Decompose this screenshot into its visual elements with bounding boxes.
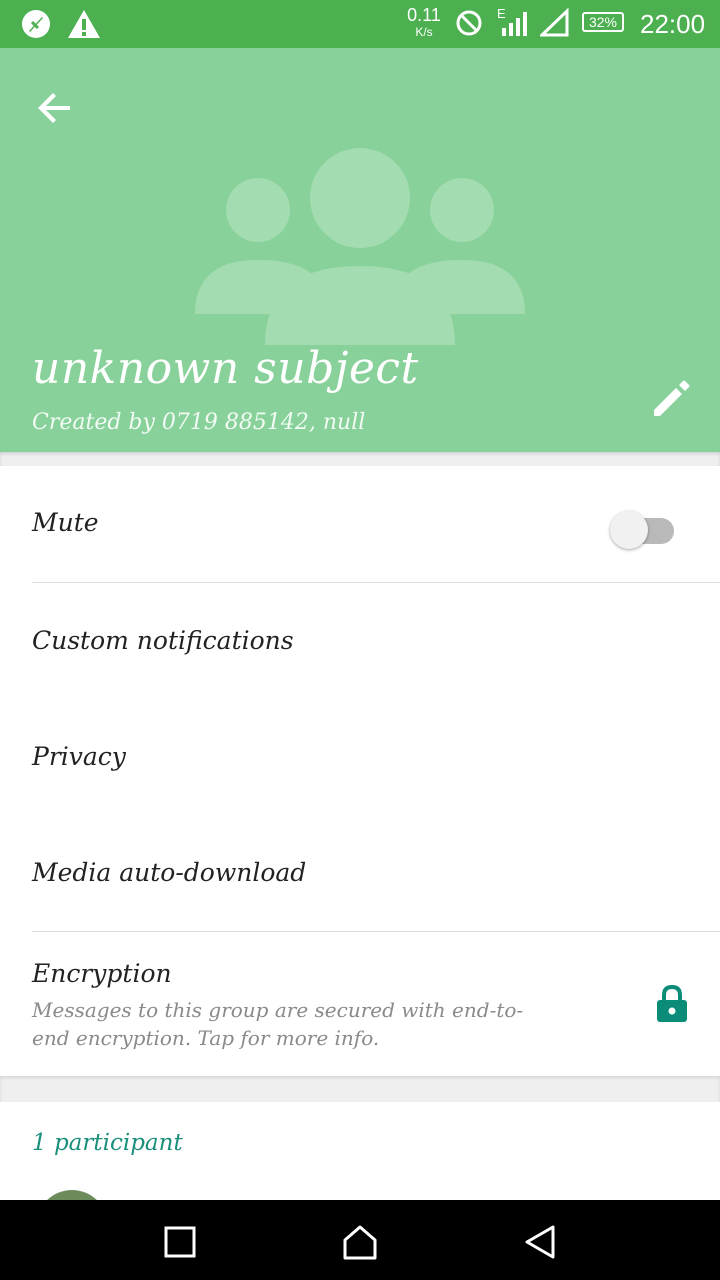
- custom-notifications-row[interactable]: Custom notifications: [0, 583, 720, 699]
- signal-icon: [502, 12, 527, 36]
- speed-value: 0.11: [407, 5, 441, 25]
- privacy-label: Privacy: [32, 742, 126, 771]
- battery-icon: 32%: [582, 12, 624, 32]
- encryption-description: Messages to this group are secured with …: [32, 998, 524, 1050]
- recents-square-icon[interactable]: [158, 1220, 202, 1264]
- clock: 22:00: [640, 9, 706, 39]
- lock-icon[interactable]: [654, 984, 690, 1024]
- navigation-icon: [22, 10, 50, 38]
- no-disturb-icon: [456, 10, 482, 36]
- edit-pencil-icon[interactable]: [648, 374, 696, 422]
- back-triangle-icon[interactable]: [518, 1220, 562, 1264]
- network-speed: 0.11 K/s: [404, 6, 444, 38]
- mute-label: Mute: [32, 508, 99, 537]
- toggle-thumb: [610, 511, 648, 549]
- battery-level: 32%: [588, 14, 618, 30]
- wifi-icon: [540, 8, 569, 37]
- media-auto-download-label: Media auto-download: [32, 858, 307, 887]
- participants-count: 1 participant: [32, 1130, 183, 1156]
- home-icon[interactable]: [338, 1220, 382, 1264]
- group-header: unknown subject Created by 0719 885142, …: [0, 48, 720, 452]
- group-placeholder-icon: [195, 148, 525, 345]
- back-arrow-icon[interactable]: [32, 84, 80, 132]
- encryption-label: Encryption: [32, 959, 172, 988]
- created-by-text: Created by 0719 885142, null: [32, 410, 366, 435]
- group-subject: unknown subject: [32, 343, 419, 394]
- custom-notifications-label: Custom notifications: [32, 626, 294, 655]
- section-divider: [0, 452, 720, 466]
- system-nav-bar: [0, 1200, 720, 1280]
- media-auto-download-row[interactable]: Media auto-download: [0, 815, 720, 931]
- status-bar: 0.11 K/s E 32% 22:00: [0, 0, 720, 48]
- warning-icon: [68, 10, 100, 38]
- speed-unit: K/s: [415, 25, 433, 39]
- section-divider: [0, 1076, 720, 1102]
- privacy-row[interactable]: Privacy: [0, 699, 720, 815]
- mute-toggle[interactable]: [610, 507, 674, 549]
